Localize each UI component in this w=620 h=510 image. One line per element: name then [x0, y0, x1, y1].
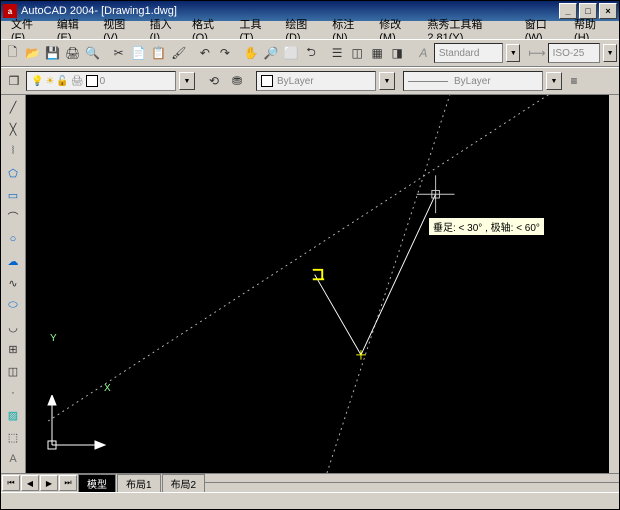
- ellipse-arc-icon[interactable]: ◡: [2, 317, 24, 337]
- layer-arrow-icon[interactable]: ▼: [179, 72, 195, 90]
- lineweight-icon[interactable]: ≡: [563, 70, 585, 92]
- workspace: ╱ ╳ ⦚ ⬠ ▭ ⌒ ○ ☁ ∿ ⬭ ◡ ⊞ ◫ · ▨ ⬚ A: [1, 95, 619, 473]
- redo-icon[interactable]: ↷: [215, 42, 234, 64]
- menubar: 文件(F) 编辑(E) 视图(V) 插入(I) 格式(O) 工具(T) 绘图(D…: [1, 21, 619, 39]
- dimstyle-icon[interactable]: ⟼: [527, 42, 546, 64]
- right-scrollbar[interactable]: [609, 95, 619, 473]
- new-icon[interactable]: 🗋: [3, 42, 22, 64]
- zoom-window-icon[interactable]: ⬜: [282, 42, 301, 64]
- dimstyle-arrow-icon[interactable]: ▼: [603, 44, 617, 62]
- line-icon[interactable]: ╱: [2, 97, 24, 117]
- linetype-dropdown[interactable]: ByLayer: [403, 71, 543, 91]
- drawing-svg: [26, 95, 609, 473]
- circle-icon[interactable]: ○: [2, 229, 24, 249]
- point-icon[interactable]: ·: [2, 383, 24, 403]
- match-icon[interactable]: 🖌: [169, 42, 188, 64]
- plot-layer-icon: 🖨: [71, 76, 84, 87]
- layer-prev-icon[interactable]: ⟲: [203, 70, 225, 92]
- make-block-icon[interactable]: ◫: [2, 361, 24, 381]
- y-axis-label: Y: [50, 333, 57, 344]
- ellipse-icon[interactable]: ⬭: [2, 295, 24, 315]
- polyline-icon[interactable]: ⦚: [2, 141, 24, 161]
- save-icon[interactable]: 💾: [43, 42, 62, 64]
- tab-last-icon[interactable]: ⏭: [59, 475, 77, 491]
- color-arrow-icon[interactable]: ▼: [379, 72, 395, 90]
- layer-name: 0: [100, 76, 106, 87]
- statusbar: [1, 492, 619, 509]
- color-dropdown[interactable]: ByLayer: [256, 71, 376, 91]
- color-swatch: [261, 75, 273, 87]
- spline-icon[interactable]: ∿: [2, 273, 24, 293]
- copy-icon[interactable]: 📄: [129, 42, 148, 64]
- cut-icon[interactable]: ✂: [109, 42, 128, 64]
- revcloud-icon[interactable]: ☁: [2, 251, 24, 271]
- pan-icon[interactable]: ✋: [242, 42, 261, 64]
- tab-model[interactable]: 模型: [78, 474, 116, 492]
- osnap-tooltip: 垂足: < 30° , 极轴: < 60°: [428, 217, 545, 236]
- toolpalette-icon[interactable]: ▦: [368, 42, 387, 64]
- layer-swatch: [86, 75, 98, 87]
- tab-layout2[interactable]: 布局2: [162, 474, 206, 492]
- ucs-icon: Y X: [42, 395, 112, 455]
- insert-block-icon[interactable]: ⊞: [2, 339, 24, 359]
- standard-toolbar: 🗋 📂 💾 🖨 🔍 ✂ 📄 📋 🖌 ↶ ↷ ✋ 🔎 ⬜ ⮌ ☰ ◫ ▦ ◨ A …: [1, 39, 619, 67]
- drawing-area[interactable]: 垂足: < 30° , 极轴: < 60° Y X: [26, 95, 609, 473]
- rectangle-icon[interactable]: ▭: [2, 185, 24, 205]
- textstyle-arrow-icon[interactable]: ▼: [506, 44, 520, 62]
- properties-icon[interactable]: ☰: [328, 42, 347, 64]
- dbconnect-icon[interactable]: ◨: [388, 42, 407, 64]
- layer-manager-icon[interactable]: ❒: [3, 70, 25, 92]
- preview-icon[interactable]: 🔍: [83, 42, 102, 64]
- xline-icon[interactable]: ╳: [2, 119, 24, 139]
- tab-first-icon[interactable]: ⏮: [2, 475, 20, 491]
- polygon-icon[interactable]: ⬠: [2, 163, 24, 183]
- designcenter-icon[interactable]: ◫: [348, 42, 367, 64]
- lock-icon: 🔓: [56, 76, 68, 87]
- tab-layout1[interactable]: 布局1: [117, 474, 161, 492]
- dimstyle-dropdown[interactable]: ISO-25: [548, 43, 601, 63]
- zoom-prev-icon[interactable]: ⮌: [302, 42, 321, 64]
- mtext-icon[interactable]: A: [2, 449, 24, 469]
- layer-states-icon[interactable]: ⛃: [226, 70, 248, 92]
- hatch-icon[interactable]: ▨: [2, 405, 24, 425]
- sun-icon: ☀: [45, 76, 54, 87]
- layers-toolbar: ❒ 💡 ☀ 🔓 🖨 0 ▼ ⟲ ⛃ ByLayer ▼ ByLayer ▼ ≡: [1, 67, 619, 95]
- tab-next-icon[interactable]: ▶: [40, 475, 58, 491]
- lightbulb-icon: 💡: [31, 76, 43, 87]
- paste-icon[interactable]: 📋: [149, 42, 168, 64]
- region-icon[interactable]: ⬚: [2, 427, 24, 447]
- layout-tabs: ⏮ ◀ ▶ ⏭ 模型 布局1 布局2: [1, 473, 619, 492]
- x-axis-label: X: [104, 383, 111, 394]
- arc-icon[interactable]: ⌒: [2, 207, 24, 227]
- tab-prev-icon[interactable]: ◀: [21, 475, 39, 491]
- undo-icon[interactable]: ↶: [195, 42, 214, 64]
- open-icon[interactable]: 📂: [23, 42, 42, 64]
- plot-icon[interactable]: 🖨: [63, 42, 82, 64]
- layer-dropdown[interactable]: 💡 ☀ 🔓 🖨 0: [26, 71, 176, 91]
- linetype-arrow-icon[interactable]: ▼: [546, 72, 562, 90]
- textstyle-icon[interactable]: A: [414, 42, 433, 64]
- draw-toolbar: ╱ ╳ ⦚ ⬠ ▭ ⌒ ○ ☁ ∿ ⬭ ◡ ⊞ ◫ · ▨ ⬚ A: [1, 95, 26, 473]
- textstyle-dropdown[interactable]: Standard: [434, 43, 504, 63]
- linetype-sample-icon: [408, 81, 448, 82]
- zoom-realtime-icon[interactable]: 🔎: [262, 42, 281, 64]
